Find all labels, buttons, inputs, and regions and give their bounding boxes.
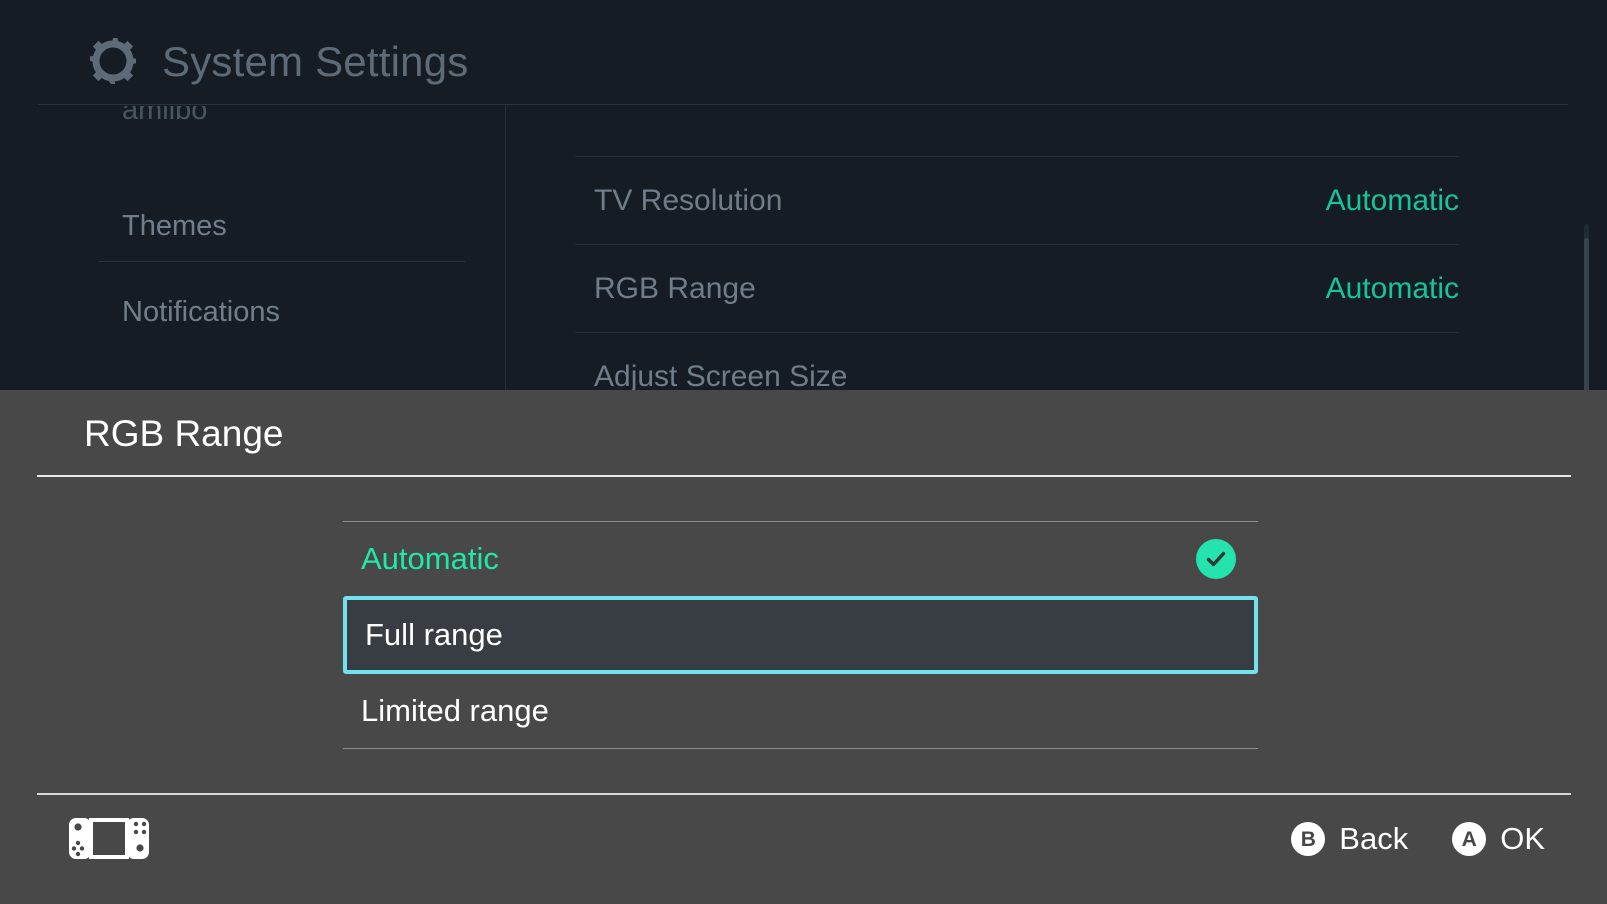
sidebar-item-notifications[interactable]: Notifications [122,296,280,329]
setting-label: RGB Range [594,271,756,305]
button-hints: B Back A OK [1291,818,1545,860]
sidebar-item-themes[interactable]: Themes [122,210,227,243]
dialog-title-divider [37,475,1571,477]
option-label: Full range [365,617,503,652]
option-limited-range[interactable]: Limited range [343,674,1258,748]
ok-button[interactable]: A OK [1452,821,1545,857]
system-settings-screen: System Settings amiibo Themes Notificati… [0,0,1607,904]
back-button[interactable]: B Back [1291,821,1408,857]
page-title: System Settings [162,38,469,85]
option-full-range[interactable]: Full range [343,596,1258,674]
option-automatic[interactable]: Automatic [343,522,1258,596]
setting-value: Automatic [1325,271,1459,305]
settings-list: TV Resolution Automatic RGB Range Automa… [505,106,1607,396]
header-divider [38,104,1568,105]
setting-value: Automatic [1325,183,1459,217]
sidebar: amiibo Themes Notifications [0,106,505,396]
sidebar-divider-line [99,261,465,262]
switch-console-icon [69,818,149,859]
sidebar-item-amiibo[interactable]: amiibo [122,106,207,127]
app-header: System Settings [0,0,1607,106]
setting-label: Adjust Screen Size [594,359,848,393]
setting-label: TV Resolution [594,183,783,217]
gear-icon [84,32,142,90]
setting-row-tv-resolution[interactable]: TV Resolution Automatic [505,157,1607,244]
ok-label: OK [1500,821,1545,856]
back-label: Back [1339,821,1409,856]
option-label: Automatic [361,541,499,576]
setting-row-rgb-range[interactable]: RGB Range Automatic [505,245,1607,332]
setting-row-adjust-screen-size[interactable]: Adjust Screen Size [505,333,1607,396]
footer-divider [37,793,1571,795]
check-icon [1196,539,1236,579]
scrollbar-thumb[interactable] [1584,238,1589,396]
option-divider [343,748,1258,749]
dialog-title: RGB Range [84,413,284,454]
settings-scrollbar[interactable] [1584,224,1589,396]
a-button-icon: A [1452,822,1487,856]
b-button-icon: B [1291,822,1326,856]
option-label: Limited range [361,693,549,728]
option-list: Automatic Full range Limited range [343,521,1258,749]
